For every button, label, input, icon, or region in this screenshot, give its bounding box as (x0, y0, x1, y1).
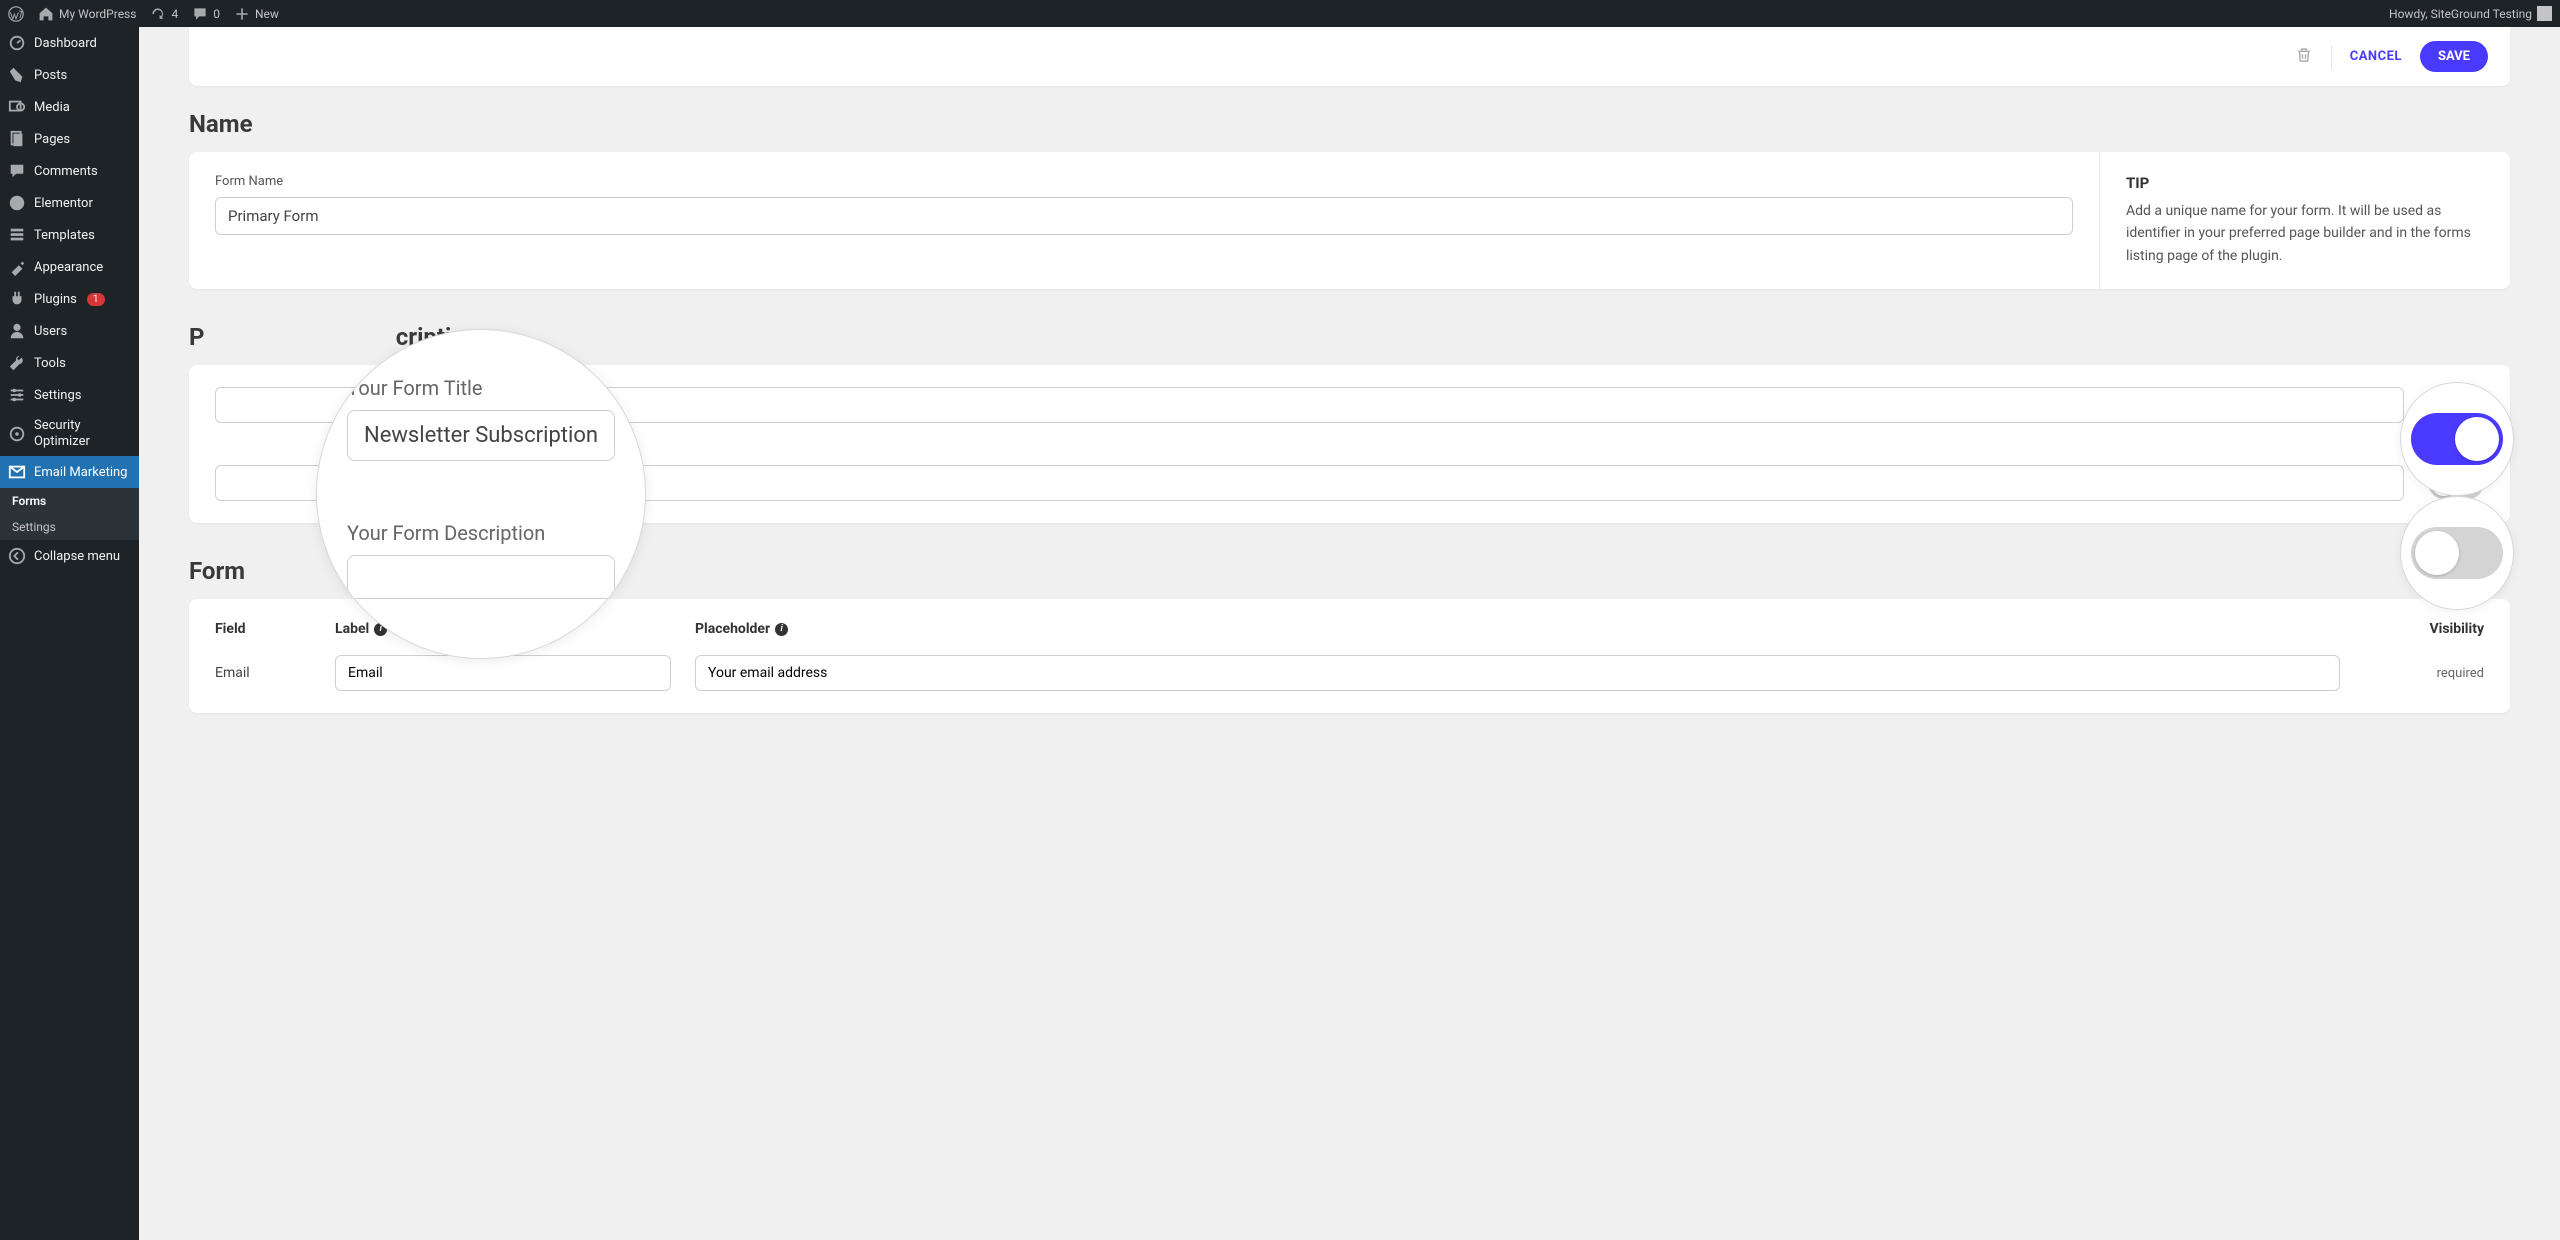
new-text: New (255, 7, 279, 21)
collapse-label: Collapse menu (34, 549, 120, 564)
form-name-input[interactable] (215, 197, 2073, 235)
plus-icon (234, 6, 250, 22)
sidebar-item-label: Appearance (34, 260, 103, 275)
magnifier-toggle-on (2400, 382, 2514, 496)
sidebar-item-settings[interactable]: Settings (0, 379, 139, 411)
form-name-label: Form Name (215, 174, 2073, 189)
sidebar-item-posts[interactable]: Posts (0, 59, 139, 91)
sidebar-item-label: Comments (34, 164, 98, 179)
row-placeholder-input[interactable] (695, 655, 2340, 691)
sidebar-item-label: Plugins (34, 292, 77, 307)
sidebar-item-label: Elementor (34, 196, 93, 211)
sidebar-item-label: Email Marketing (34, 465, 127, 480)
comments-count: 0 (213, 7, 220, 21)
description-toggle-magnified[interactable] (2411, 527, 2503, 579)
submenu-forms[interactable]: Forms (0, 488, 139, 514)
updates-link[interactable]: 4 (150, 6, 178, 22)
main-content: CANCEL SAVE Name Form Name TIP Add a uni… (139, 27, 2560, 1240)
header-placeholder: Placeholderi (695, 621, 2364, 637)
trash-icon (2295, 46, 2313, 64)
sidebar-item-label: Settings (34, 388, 81, 403)
site-name-link[interactable]: My WordPress (38, 6, 136, 22)
sidebar-item-label: Media (34, 100, 70, 115)
plugins-badge: 1 (87, 293, 105, 306)
comments-link[interactable]: 0 (192, 6, 220, 22)
sidebar-item-media[interactable]: Media (0, 91, 139, 123)
sidebar-item-label: Dashboard (34, 36, 97, 51)
delete-button[interactable] (2295, 46, 2313, 68)
refresh-icon (150, 6, 166, 22)
howdy-text: Howdy, SiteGround Testing (2389, 7, 2532, 21)
home-icon (38, 6, 54, 22)
sidebar-item-templates[interactable]: Templates (0, 219, 139, 251)
sidebar-item-email-marketing[interactable]: Email Marketing (0, 456, 139, 488)
zoom-title-label: Your Form Title (347, 376, 615, 400)
zoom-desc-input[interactable] (347, 555, 615, 599)
table-row: Email required (215, 655, 2484, 691)
sidebar-item-label: Templates (34, 228, 95, 243)
sidebar-item-security-optimizer[interactable]: Security Optimizer (0, 411, 139, 456)
avatar (2537, 6, 2552, 21)
info-icon[interactable]: i (775, 623, 788, 636)
action-bar: CANCEL SAVE (189, 27, 2510, 86)
save-button[interactable]: SAVE (2420, 41, 2488, 72)
magnifier-overlay: Your Form Title Your Form Description (316, 329, 646, 659)
site-name-text: My WordPress (59, 7, 136, 21)
comment-icon (192, 6, 208, 22)
header-visibility: Visibility (2364, 621, 2484, 637)
sidebar-item-label: Security Optimizer (34, 418, 131, 449)
name-section-title: Name (189, 110, 2510, 138)
admin-sidebar: Dashboard Posts Media Pages Comments Ele… (0, 27, 139, 1240)
sidebar-item-dashboard[interactable]: Dashboard (0, 27, 139, 59)
sidebar-item-label: Posts (34, 68, 67, 83)
submenu-settings[interactable]: Settings (0, 514, 139, 540)
admin-bar: My WordPress 4 0 New Howdy, SiteGround T… (0, 0, 2560, 27)
sidebar-item-appearance[interactable]: Appearance (0, 251, 139, 283)
sidebar-item-label: Pages (34, 132, 70, 147)
magnifier-toggle-off (2400, 496, 2514, 610)
sidebar-item-comments[interactable]: Comments (0, 155, 139, 187)
header-field: Field (215, 621, 335, 637)
sidebar-item-label: Tools (34, 356, 66, 371)
wp-logo[interactable] (8, 6, 24, 22)
new-link[interactable]: New (234, 6, 279, 22)
sidebar-item-users[interactable]: Users (0, 315, 139, 347)
zoom-title-input[interactable] (347, 410, 615, 461)
row-label-input[interactable] (335, 655, 671, 691)
tip-text: Add a unique name for your form. It will… (2126, 200, 2484, 267)
sidebar-item-label: Users (34, 324, 67, 339)
divider (2331, 45, 2332, 69)
name-card: Form Name TIP Add a unique name for your… (189, 152, 2510, 289)
row-field-name: Email (215, 665, 335, 681)
row-visibility: required (2364, 666, 2484, 681)
sidebar-submenu: Forms Settings (0, 488, 139, 540)
howdy-link[interactable]: Howdy, SiteGround Testing (2389, 6, 2552, 21)
sidebar-item-plugins[interactable]: Plugins 1 (0, 283, 139, 315)
cancel-button[interactable]: CANCEL (2350, 49, 2402, 64)
tip-title: TIP (2126, 174, 2484, 192)
collapse-menu[interactable]: Collapse menu (0, 540, 139, 572)
title-toggle-magnified[interactable] (2411, 413, 2503, 465)
sidebar-item-tools[interactable]: Tools (0, 347, 139, 379)
zoom-desc-label: Your Form Description (347, 521, 615, 545)
sidebar-item-pages[interactable]: Pages (0, 123, 139, 155)
updates-count: 4 (171, 7, 178, 21)
sidebar-item-elementor[interactable]: Elementor (0, 187, 139, 219)
